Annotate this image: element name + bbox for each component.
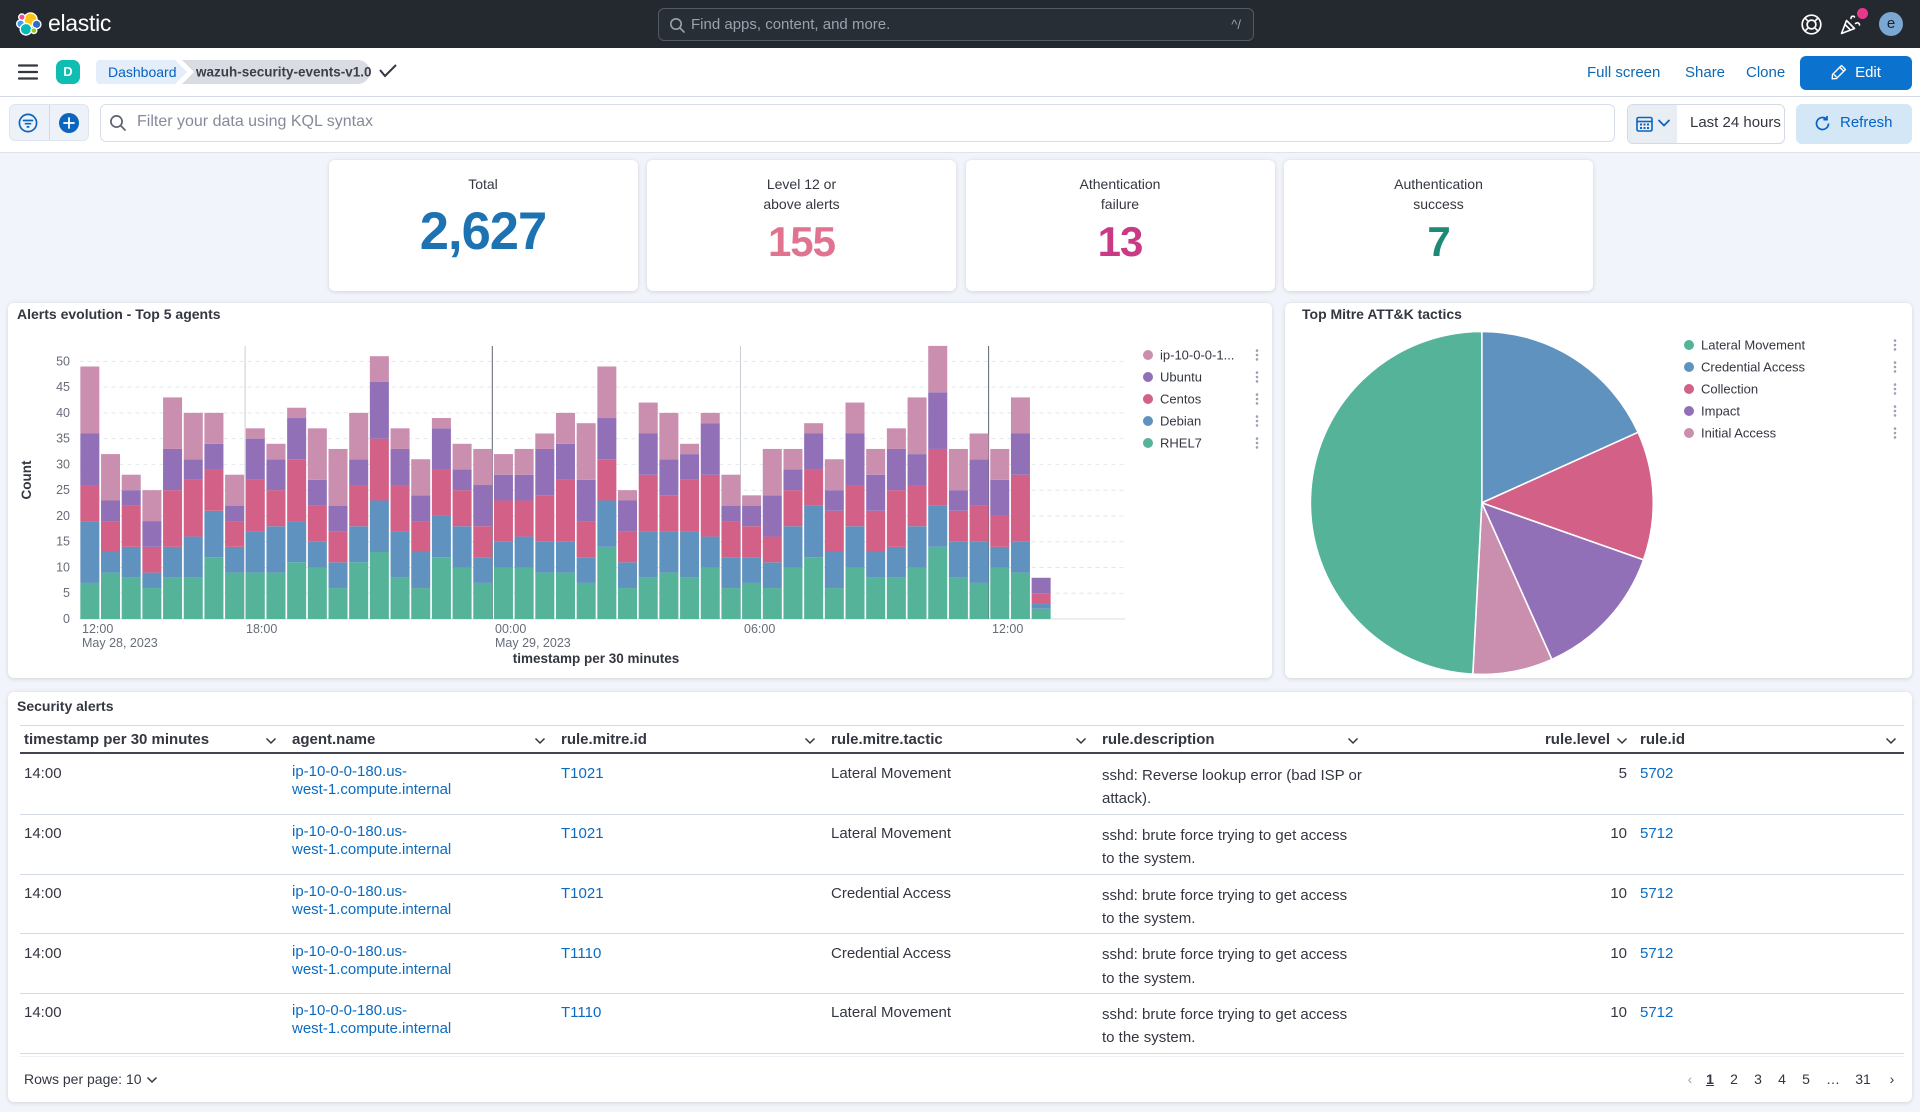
svg-text:30: 30	[56, 457, 70, 471]
svg-text:12:00: 12:00	[992, 622, 1023, 636]
svg-text:Impact: Impact	[1701, 404, 1740, 419]
svg-text:Lateral Movement: Lateral Movement	[1701, 338, 1805, 353]
svg-text:timestamp per 30 minutes: timestamp per 30 minutes	[513, 651, 680, 666]
svg-text:0: 0	[63, 612, 70, 626]
svg-text:Debian: Debian	[1160, 414, 1201, 429]
svg-text:May 29, 2023: May 29, 2023	[495, 636, 571, 650]
svg-text:Collection: Collection	[1701, 382, 1758, 397]
svg-text:45: 45	[56, 380, 70, 394]
svg-text:Centos: Centos	[1160, 392, 1202, 407]
svg-text:20: 20	[56, 509, 70, 523]
svg-text:Dashboard: Dashboard	[108, 64, 177, 80]
svg-text:wazuh-security-events-v1.0: wazuh-security-events-v1.0	[195, 65, 372, 80]
svg-text:12:00: 12:00	[82, 622, 113, 636]
svg-text:May 28, 2023: May 28, 2023	[82, 636, 158, 650]
svg-text:18:00: 18:00	[246, 622, 277, 636]
svg-text:50: 50	[56, 354, 70, 368]
svg-text:25: 25	[56, 483, 70, 497]
svg-text:40: 40	[56, 406, 70, 420]
svg-text:15: 15	[56, 535, 70, 549]
svg-text:Count: Count	[19, 460, 34, 499]
svg-text:Initial Access: Initial Access	[1701, 426, 1777, 441]
svg-text:00:00: 00:00	[495, 622, 526, 636]
svg-text:10: 10	[56, 561, 70, 575]
svg-text:Ubuntu: Ubuntu	[1160, 370, 1202, 385]
svg-text:06:00: 06:00	[744, 622, 775, 636]
svg-text:35: 35	[56, 432, 70, 446]
svg-text:Credential Access: Credential Access	[1701, 360, 1806, 375]
svg-text:5: 5	[63, 586, 70, 600]
svg-text:RHEL7: RHEL7	[1160, 436, 1202, 451]
svg-text:ip-10-0-0-1...: ip-10-0-0-1...	[1160, 348, 1234, 363]
